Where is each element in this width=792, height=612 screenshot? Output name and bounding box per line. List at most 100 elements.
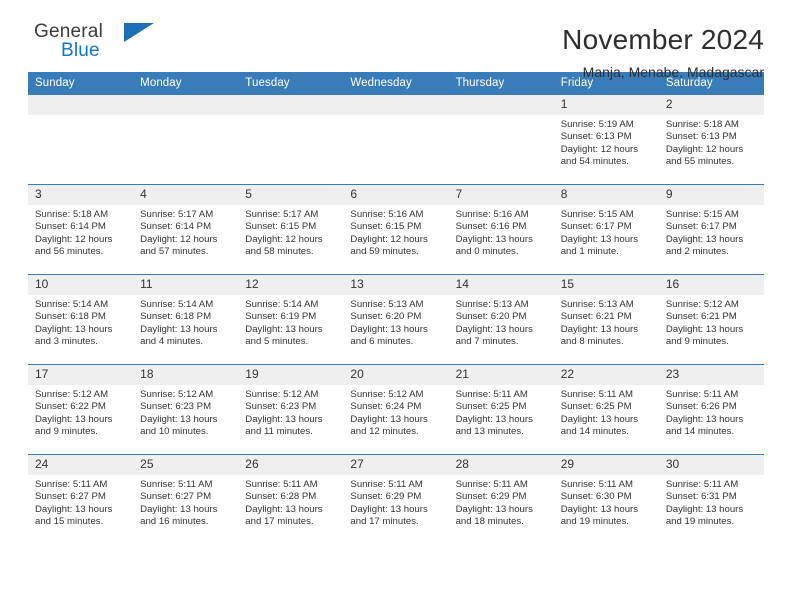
day-details: Sunrise: 5:17 AM Sunset: 6:14 PM Daylight:…	[133, 205, 238, 258]
calendar-day-cell[interactable]: 13 Sunrise: 5:13 AM Sunset: 6:20 PM Dayligh…	[343, 274, 449, 365]
daylight-text: Daylight: 13 hours and 13 minutes.	[455, 413, 533, 437]
daylight-text: Daylight: 12 hours and 58 minutes.	[245, 233, 323, 257]
calendar-day-cell[interactable]: 12 Sunrise: 5:14 AM Sunset: 6:19 PM Dayligh…	[238, 274, 344, 365]
day-number: 28	[448, 455, 554, 475]
day-details: Sunrise: 5:15 AM Sunset: 6:17 PM Daylight:…	[554, 205, 659, 258]
sunset-text: Sunset: 6:20 PM	[350, 311, 422, 323]
daylight-text: Daylight: 12 hours and 56 minutes.	[35, 233, 113, 257]
calendar-day-cell[interactable]: 8 Sunrise: 5:15 AM Sunset: 6:17 PM Daylight…	[553, 184, 659, 275]
calendar-day-cell[interactable]: 7 Sunrise: 5:16 AM Sunset: 6:16 PM Daylight…	[448, 184, 554, 275]
calendar-day-cell[interactable]: 14 Sunrise: 5:13 AM Sunset: 6:20 PM Dayligh…	[448, 274, 554, 365]
sunset-text: Sunset: 6:29 PM	[350, 491, 422, 503]
daylight-text: Daylight: 13 hours and 3 minutes.	[35, 323, 113, 347]
calendar-day-cell[interactable]: 1 Sunrise: 5:19 AM Sunset: 6:13 PM Daylight…	[553, 95, 659, 185]
day-number: 13	[343, 275, 449, 295]
calendar-day-cell[interactable]: 27 Sunrise: 5:11 AM Sunset: 6:29 PM Dayligh…	[343, 454, 449, 544]
sunrise-text: Sunrise: 5:11 AM	[140, 479, 213, 490]
sunset-text: Sunset: 6:15 PM	[350, 221, 422, 233]
sunrise-text: Sunrise: 5:19 AM	[560, 119, 634, 130]
day-details: Sunrise: 5:11 AM Sunset: 6:25 PM Daylight:…	[554, 385, 659, 438]
calendar-week-row: 17 Sunrise: 5:12 AM Sunset: 6:22 PM Dayligh…	[28, 364, 764, 455]
sunset-text: Sunset: 6:28 PM	[245, 491, 317, 503]
calendar-day-cell[interactable]: 23 Sunrise: 5:11 AM Sunset: 6:26 PM Dayligh…	[658, 364, 764, 455]
day-details: Sunrise: 5:17 AM Sunset: 6:15 PM Daylight:…	[238, 205, 343, 258]
sunset-text: Sunset: 6:15 PM	[245, 221, 317, 233]
brand-logo[interactable]: General Blue	[28, 22, 188, 70]
calendar-day-cell[interactable]: 30 Sunrise: 5:11 AM Sunset: 6:31 PM Dayligh…	[658, 454, 764, 544]
sunrise-text: Sunrise: 5:12 AM	[140, 389, 214, 400]
brand-name-blue: Blue	[61, 40, 100, 61]
sunrise-text: Sunrise: 5:11 AM	[560, 389, 634, 400]
daylight-text: Daylight: 13 hours and 2 minutes.	[665, 233, 744, 257]
calendar-day-cell[interactable]: 10 Sunrise: 5:14 AM Sunset: 6:18 PM Dayligh…	[28, 274, 134, 365]
day-number: 8	[553, 185, 659, 205]
daylight-text: Daylight: 12 hours and 55 minutes.	[665, 143, 744, 167]
sunset-text: Sunset: 6:27 PM	[140, 491, 212, 503]
sunrise-text: Sunrise: 5:11 AM	[350, 479, 423, 490]
calendar-day-cell[interactable]: 22 Sunrise: 5:11 AM Sunset: 6:25 PM Dayligh…	[553, 364, 659, 455]
day-details: Sunrise: 5:13 AM Sunset: 6:21 PM Daylight:…	[554, 295, 659, 348]
day-details: Sunrise: 5:11 AM Sunset: 6:31 PM Daylight:…	[659, 475, 764, 528]
calendar-day-cell[interactable]: 9 Sunrise: 5:15 AM Sunset: 6:17 PM Daylight…	[658, 184, 764, 275]
calendar-day-cell[interactable]: 18 Sunrise: 5:12 AM Sunset: 6:23 PM Dayligh…	[133, 364, 239, 455]
calendar-day-cell[interactable]: 5 Sunrise: 5:17 AM Sunset: 6:15 PM Daylight…	[238, 184, 344, 275]
day-details: Sunrise: 5:19 AM Sunset: 6:13 PM Daylight:…	[554, 115, 659, 168]
calendar-day-cell[interactable]: 29 Sunrise: 5:11 AM Sunset: 6:30 PM Dayligh…	[553, 454, 659, 544]
daylight-text: Daylight: 13 hours and 10 minutes.	[140, 413, 218, 437]
daylight-text: Daylight: 13 hours and 4 minutes.	[140, 323, 218, 347]
calendar-day-cell[interactable]: 11 Sunrise: 5:14 AM Sunset: 6:18 PM Dayligh…	[133, 274, 239, 365]
calendar-cell-empty	[238, 95, 344, 185]
calendar-day-cell[interactable]: 16 Sunrise: 5:12 AM Sunset: 6:21 PM Dayligh…	[658, 274, 764, 365]
calendar-page: General Blue November 2024 Manja, Menabe…	[0, 0, 792, 612]
sunrise-text: Sunrise: 5:12 AM	[35, 389, 109, 400]
day-number: 16	[658, 275, 764, 295]
sunrise-text: Sunrise: 5:11 AM	[455, 479, 528, 490]
day-number: 10	[28, 275, 134, 295]
calendar-day-cell[interactable]: 20 Sunrise: 5:12 AM Sunset: 6:24 PM Dayligh…	[343, 364, 449, 455]
day-number: 15	[553, 275, 659, 295]
sunrise-text: Sunrise: 5:11 AM	[455, 389, 528, 400]
day-number: 3	[28, 185, 134, 205]
sunrise-text: Sunrise: 5:18 AM	[35, 209, 109, 220]
sunrise-text: Sunrise: 5:14 AM	[245, 299, 319, 310]
daylight-text: Daylight: 13 hours and 14 minutes.	[560, 413, 639, 437]
calendar-week-row: 24 Sunrise: 5:11 AM Sunset: 6:27 PM Dayligh…	[28, 454, 764, 544]
calendar-cell-empty	[448, 95, 554, 185]
daylight-text: Daylight: 13 hours and 7 minutes.	[455, 323, 533, 347]
day-details: Sunrise: 5:16 AM Sunset: 6:16 PM Daylight:…	[449, 205, 554, 258]
sunrise-text: Sunrise: 5:13 AM	[350, 299, 424, 310]
day-number: 20	[343, 365, 449, 385]
sunset-text: Sunset: 6:25 PM	[455, 401, 527, 413]
day-details: Sunrise: 5:11 AM Sunset: 6:30 PM Daylight:…	[554, 475, 659, 528]
sunset-text: Sunset: 6:18 PM	[140, 311, 212, 323]
calendar-day-cell[interactable]: 3 Sunrise: 5:18 AM Sunset: 6:14 PM Daylight…	[28, 184, 134, 275]
sunrise-text: Sunrise: 5:11 AM	[35, 479, 108, 490]
day-number: 29	[553, 455, 659, 475]
day-number	[133, 95, 239, 115]
sunrise-text: Sunrise: 5:14 AM	[140, 299, 214, 310]
calendar-cell-empty	[133, 95, 239, 185]
calendar-day-cell[interactable]: 26 Sunrise: 5:11 AM Sunset: 6:28 PM Dayligh…	[238, 454, 344, 544]
day-details: Sunrise: 5:12 AM Sunset: 6:21 PM Daylight:…	[659, 295, 764, 348]
calendar-day-cell[interactable]: 2 Sunrise: 5:18 AM Sunset: 6:13 PM Daylight…	[658, 95, 764, 185]
calendar-day-cell[interactable]: 15 Sunrise: 5:13 AM Sunset: 6:21 PM Dayligh…	[553, 274, 659, 365]
calendar-day-cell[interactable]: 25 Sunrise: 5:11 AM Sunset: 6:27 PM Dayligh…	[133, 454, 239, 544]
calendar-day-cell[interactable]: 19 Sunrise: 5:12 AM Sunset: 6:23 PM Dayligh…	[238, 364, 344, 455]
calendar-day-cell[interactable]: 24 Sunrise: 5:11 AM Sunset: 6:27 PM Dayligh…	[28, 454, 134, 544]
calendar-day-cell[interactable]: 21 Sunrise: 5:11 AM Sunset: 6:25 PM Dayligh…	[448, 364, 554, 455]
calendar-day-cell[interactable]: 17 Sunrise: 5:12 AM Sunset: 6:22 PM Dayligh…	[28, 364, 134, 455]
daylight-text: Daylight: 13 hours and 19 minutes.	[665, 503, 744, 527]
sunset-text: Sunset: 6:16 PM	[455, 221, 527, 233]
day-details: Sunrise: 5:14 AM Sunset: 6:18 PM Daylight:…	[28, 295, 133, 348]
day-details: Sunrise: 5:14 AM Sunset: 6:18 PM Daylight:…	[133, 295, 238, 348]
day-number: 5	[238, 185, 344, 205]
calendar-day-cell[interactable]: 4 Sunrise: 5:17 AM Sunset: 6:14 PM Daylight…	[133, 184, 239, 275]
calendar-day-cell[interactable]: 6 Sunrise: 5:16 AM Sunset: 6:15 PM Daylight…	[343, 184, 449, 275]
daylight-text: Daylight: 13 hours and 16 minutes.	[140, 503, 218, 527]
calendar-day-cell[interactable]: 28 Sunrise: 5:11 AM Sunset: 6:29 PM Dayligh…	[448, 454, 554, 544]
weekday-header-tuesday: Tuesday	[238, 72, 344, 95]
sunrise-text: Sunrise: 5:13 AM	[455, 299, 529, 310]
weekday-header-sunday: Sunday	[28, 72, 134, 95]
daylight-text: Daylight: 13 hours and 17 minutes.	[245, 503, 323, 527]
sunset-text: Sunset: 6:21 PM	[665, 311, 737, 323]
